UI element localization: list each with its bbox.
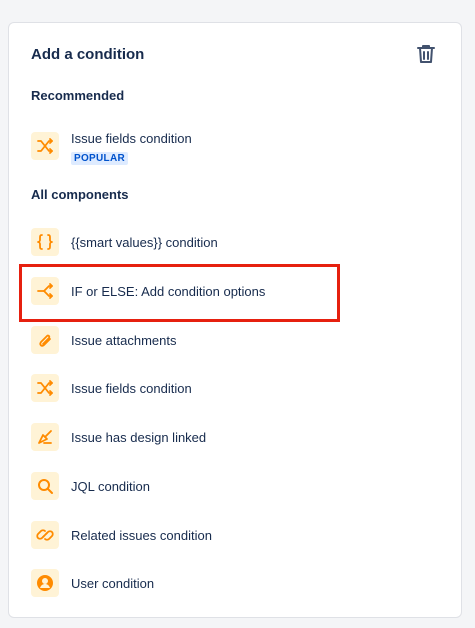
component-item-user-condition[interactable]: User condition: [31, 565, 441, 601]
item-label: Issue has design linked: [71, 429, 207, 445]
item-label: {{smart values}} condition: [71, 234, 218, 250]
panel-title: Add a condition: [31, 46, 145, 63]
item-label: Issue fields condition: [71, 380, 192, 396]
popular-badge: POPULAR: [71, 152, 128, 165]
user-icon: [31, 569, 59, 597]
shuffle-icon: [31, 132, 59, 160]
shuffle-icon: [31, 374, 59, 402]
trash-icon[interactable]: [414, 42, 438, 66]
item-label: Issue attachments: [71, 332, 177, 348]
component-item-jql-condition[interactable]: JQL condition: [31, 468, 441, 504]
search-icon: [31, 472, 59, 500]
component-item-issue-fields-condition[interactable]: Issue fields condition: [31, 370, 441, 406]
design-pen-icon: [31, 423, 59, 451]
item-label: Related issues condition: [71, 527, 212, 543]
component-item-issue-has-design-linked[interactable]: Issue has design linked: [31, 419, 441, 455]
component-item-related-issues-condition[interactable]: Related issues condition: [31, 517, 441, 553]
link-icon: [31, 521, 59, 549]
recommended-item-issue-fields-condition[interactable]: Issue fields condition POPULAR: [31, 131, 441, 175]
item-label: Issue fields condition: [71, 131, 192, 146]
section-heading-all-components: All components: [31, 187, 129, 202]
paperclip-icon: [31, 326, 59, 354]
section-heading-recommended: Recommended: [31, 88, 125, 103]
item-label: JQL condition: [71, 478, 151, 494]
component-item-issue-attachments[interactable]: Issue attachments: [31, 322, 441, 358]
highlight-box: [19, 264, 340, 322]
curly-braces-icon: [31, 228, 59, 256]
component-item-smart-values-condition[interactable]: {{smart values}} condition: [31, 224, 441, 260]
item-label: User condition: [71, 575, 155, 591]
